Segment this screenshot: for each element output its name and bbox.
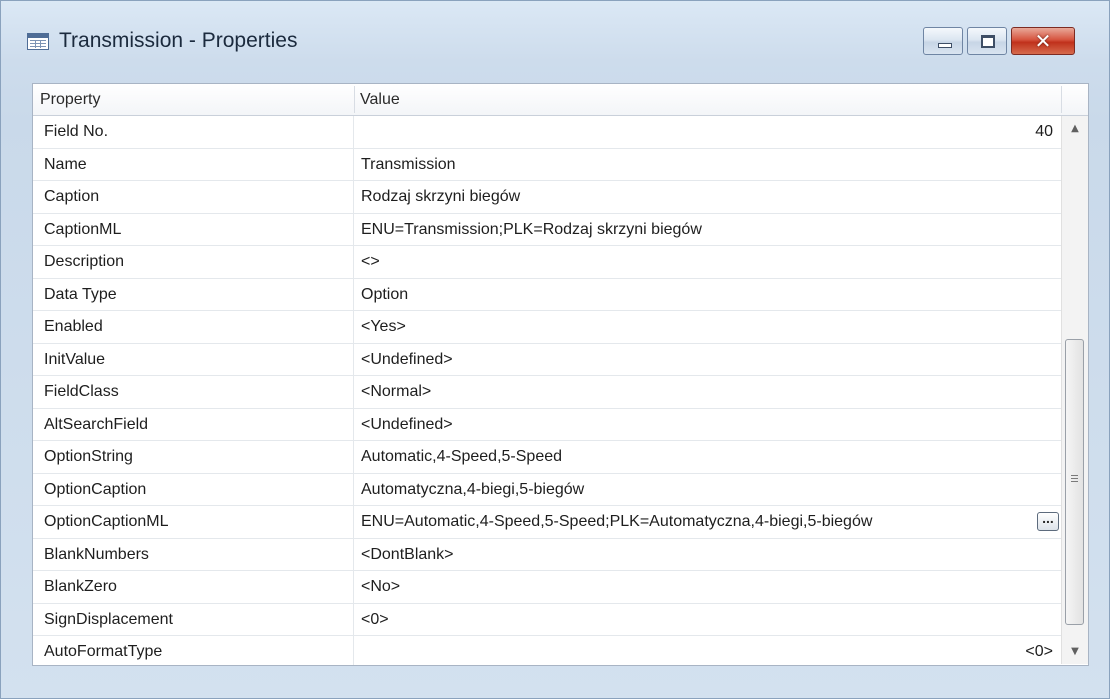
scroll-down-icon[interactable]: ▼ (1062, 640, 1088, 664)
property-value-cell[interactable]: Automatyczna,4-biegi,5-biegów (354, 474, 1061, 506)
property-value-text: <0> (1025, 643, 1053, 660)
property-value-text: ENU=Automatic,4-Speed,5-Speed;PLK=Automa… (361, 513, 873, 530)
column-divider[interactable] (1061, 86, 1062, 113)
property-value-text: Rodzaj skrzyni biegów (361, 188, 521, 205)
assist-edit-button[interactable]: ... (1037, 511, 1059, 531)
property-row[interactable]: Caption Rodzaj skrzyni biegów (33, 181, 1061, 214)
property-name-cell[interactable]: BlankNumbers (33, 538, 354, 570)
property-row[interactable]: OptionCaptionML ENU=Automatic,4-Speed,5-S… (33, 506, 1061, 539)
property-value-cell[interactable]: <Normal> (354, 376, 1061, 408)
property-name-cell[interactable]: FieldClass (33, 376, 354, 408)
property-value-cell[interactable]: <> (354, 246, 1061, 278)
property-name-cell[interactable]: Field No. (33, 116, 354, 148)
scroll-up-icon[interactable]: ▲ (1062, 117, 1088, 141)
property-name-cell[interactable]: AltSearchField (33, 408, 354, 440)
property-value-cell[interactable]: <Yes> (354, 311, 1061, 343)
maximize-button[interactable] (967, 27, 1007, 55)
property-value-text: <Yes> (361, 318, 406, 335)
property-row[interactable]: SignDisplacement <0> (33, 603, 1061, 636)
property-value-text: Transmission (361, 155, 456, 173)
property-value-text: <Undefined> (361, 415, 453, 433)
property-value-cell[interactable]: ENU=Automatic,4-Speed,5-Speed;PLK=Automa… (354, 506, 1061, 538)
column-divider[interactable] (354, 86, 355, 113)
property-name-cell[interactable]: BlankZero (33, 571, 354, 603)
grid-rows: Field No. 40 Name Transmission Caption Rodzaj… (33, 116, 1061, 665)
maximize-icon (981, 35, 995, 48)
close-icon: ✕ (1034, 29, 1052, 53)
property-name-cell[interactable]: SignDisplacement (33, 603, 354, 635)
property-value-cell[interactable]: ENU=Transmission;PLK=Rodzaj skrzyni bieg… (354, 214, 1061, 246)
property-name-cell[interactable]: Description (33, 246, 354, 278)
property-name-cell[interactable]: OptionString (33, 441, 354, 473)
property-row[interactable]: CaptionML ENU=Transmission;PLK=Rodzaj skr… (33, 213, 1061, 246)
property-row[interactable]: Description <> (33, 246, 1061, 279)
property-value-text: <Normal> (361, 383, 432, 400)
property-value-text: <No> (361, 578, 401, 595)
property-row[interactable]: Data Type Option (33, 278, 1061, 311)
property-value-text: Option (361, 285, 409, 303)
property-name-cell[interactable]: AutoFormatType (33, 636, 354, 665)
property-value-cell[interactable]: <No> (354, 571, 1061, 603)
property-row[interactable]: BlankNumbers <DontBlank> (33, 538, 1061, 571)
property-row[interactable]: InitValue <Undefined> (33, 343, 1061, 376)
properties-window: Transmission - Properties ✕ Property Val… (0, 0, 1110, 699)
column-header-property[interactable]: Property (40, 84, 100, 115)
property-row[interactable]: Name Transmission (33, 148, 1061, 181)
property-value-text: <DontBlank> (361, 545, 454, 563)
property-row[interactable]: BlankZero <No> (33, 571, 1061, 604)
property-row[interactable]: OptionCaption Automatyczna,4-biegi,5-bieg… (33, 473, 1061, 506)
property-value-cell[interactable]: Option (354, 279, 1061, 311)
property-name-cell[interactable]: CaptionML (33, 213, 354, 245)
property-value-cell[interactable]: <0> (354, 636, 1061, 665)
grid-header: Property Value (33, 84, 1088, 116)
title-bar[interactable]: Transmission - Properties ✕ (1, 1, 1109, 67)
property-row[interactable]: Enabled <Yes> (33, 311, 1061, 344)
property-value-cell[interactable]: <0> (354, 604, 1061, 636)
property-value-text: ENU=Transmission;PLK=Rodzaj skrzyni bieg… (361, 220, 702, 238)
grip-icon (1071, 475, 1078, 482)
property-name-cell[interactable]: OptionCaptionML (33, 506, 354, 538)
vertical-scrollbar[interactable]: ▲ ▼ (1061, 116, 1088, 664)
property-value-cell[interactable]: Automatic,4-Speed,5-Speed (354, 441, 1061, 473)
property-value-text: <> (361, 253, 380, 270)
column-header-value[interactable]: Value (360, 84, 400, 115)
property-row[interactable]: FieldClass <Normal> (33, 376, 1061, 409)
properties-grid: Property Value Field No. 40 Name Transmissi… (32, 83, 1089, 666)
property-name-cell[interactable]: Caption (33, 181, 354, 213)
property-value-text: <0> (361, 610, 389, 628)
property-row[interactable]: AltSearchField <Undefined> (33, 408, 1061, 441)
property-value-cell[interactable]: Transmission (354, 149, 1061, 181)
property-name-cell[interactable]: Enabled (33, 311, 354, 343)
table-icon (27, 33, 49, 50)
close-button[interactable]: ✕ (1011, 27, 1075, 55)
property-value-cell[interactable]: Rodzaj skrzyni biegów (354, 181, 1061, 213)
property-value-text: 40 (1035, 123, 1053, 140)
window-title: Transmission - Properties (59, 29, 298, 52)
minimize-icon (938, 43, 952, 48)
minimize-button[interactable] (923, 27, 963, 55)
property-value-cell[interactable]: 40 (354, 116, 1061, 148)
property-row[interactable]: OptionString Automatic,4-Speed,5-Speed (33, 441, 1061, 474)
property-name-cell[interactable]: Name (33, 148, 354, 180)
property-value-cell[interactable]: <DontBlank> (354, 539, 1061, 571)
property-row[interactable]: Field No. 40 (33, 116, 1061, 149)
property-name-cell[interactable]: Data Type (33, 278, 354, 310)
property-name-cell[interactable]: InitValue (33, 343, 354, 375)
property-value-text: Automatyczna,4-biegi,5-biegów (361, 480, 585, 498)
scrollbar-thumb[interactable] (1065, 339, 1084, 625)
property-value-cell[interactable]: <Undefined> (354, 409, 1061, 441)
property-value-text: <Undefined> (361, 350, 453, 368)
property-value-cell[interactable]: <Undefined> (354, 344, 1061, 376)
property-row[interactable]: AutoFormatType <0> (33, 636, 1061, 665)
property-value-text: Automatic,4-Speed,5-Speed (361, 448, 563, 465)
property-name-cell[interactable]: OptionCaption (33, 473, 354, 505)
